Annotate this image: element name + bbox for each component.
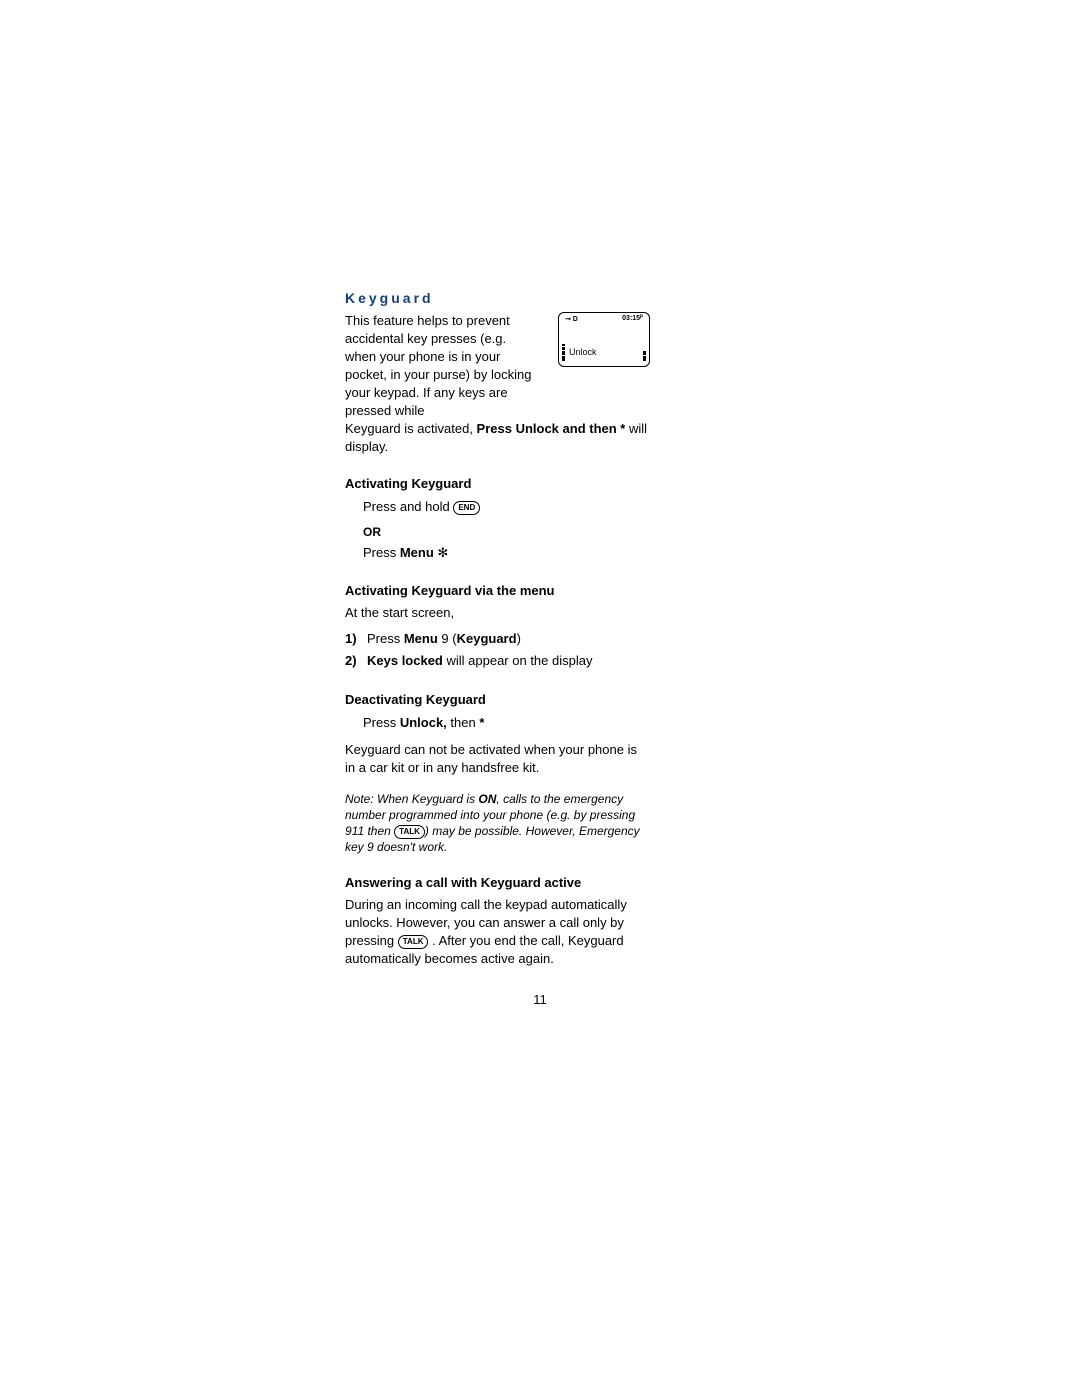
intro-block: This feature helps to prevent accidental… — [345, 312, 650, 456]
content-column: Keyguard This feature helps to prevent a… — [345, 290, 650, 968]
intro-paragraph-2: Keyguard is activated, Press Unlock and … — [345, 420, 650, 456]
screen-right-bars — [643, 350, 646, 361]
activating-line2: Press Menu ✻ — [363, 543, 650, 563]
step-1: 1) Press Menu 9 (Keyguard) — [345, 628, 650, 650]
s1b: Menu — [404, 631, 438, 646]
answering-heading: Answering a call with Keyguard active — [345, 875, 650, 890]
step1-num: 1) — [345, 628, 367, 650]
deact-a: Press — [363, 715, 400, 730]
answering-body: During an incoming call the keypad autom… — [345, 896, 650, 968]
end-key-icon: END — [453, 501, 480, 515]
act-line2b: Menu — [400, 545, 434, 560]
act-line2c: ✻ — [434, 545, 449, 560]
screen-signal-icon: ⊸ D — [565, 315, 578, 323]
deactivating-heading: Deactivating Keyguard — [345, 692, 650, 707]
phone-screen-illustration: ⊸ D 03:15ᴾ Unlock — [558, 312, 650, 367]
screen-softkey-label: Unlock — [559, 347, 649, 360]
deactivating-body: Keyguard can not be activated when your … — [345, 741, 650, 777]
page-number: 11 — [0, 992, 1080, 1007]
screen-body — [559, 323, 649, 347]
step-2: 2) Keys locked will appear on the displa… — [345, 650, 650, 672]
s2b: will appear on the display — [443, 653, 593, 668]
deactivating-line: Press Unlock, then * — [363, 713, 650, 733]
talk-key-icon-note: TALK — [394, 825, 425, 839]
section-title: Keyguard — [345, 290, 650, 306]
deact-b: Unlock, — [400, 715, 447, 730]
actmenu-intro: At the start screen, — [345, 604, 650, 622]
activating-menu-heading: Activating Keyguard via the menu — [345, 583, 650, 598]
step1-text: Press Menu 9 (Keyguard) — [367, 628, 521, 650]
intro-p2b: Press Unlock and then * — [477, 421, 626, 436]
activating-line1: Press and hold END — [363, 497, 650, 517]
deact-d: * — [479, 715, 484, 730]
s1a: Press — [367, 631, 404, 646]
activating-heading: Activating Keyguard — [345, 476, 650, 491]
activating-steps: 1) Press Menu 9 (Keyguard) 2) Keys locke… — [345, 628, 650, 672]
s1c: 9 ( — [438, 631, 457, 646]
step2-text: Keys locked will appear on the display — [367, 650, 592, 672]
talk-key-icon-answer: TALK — [398, 935, 429, 949]
deact-c: then — [447, 715, 480, 730]
s1e: ) — [517, 631, 521, 646]
note-block: Note: When Keyguard is ON, calls to the … — [345, 791, 650, 855]
step2-num: 2) — [345, 650, 367, 672]
screen-left-bars — [562, 343, 565, 361]
act-line1a: Press and hold — [363, 499, 453, 514]
or-label: OR — [363, 525, 650, 539]
note-a: Note: When Keyguard is — [345, 792, 478, 806]
note-b: ON — [478, 792, 496, 806]
screen-time: 03:15ᴾ — [622, 315, 643, 323]
intro-paragraph-1: This feature helps to prevent accidental… — [345, 312, 540, 420]
document-page: Keyguard This feature helps to prevent a… — [0, 0, 1080, 1397]
s2a: Keys locked — [367, 653, 443, 668]
screen-status-row: ⊸ D 03:15ᴾ — [559, 313, 649, 323]
act-line2a: Press — [363, 545, 400, 560]
s1d: Keyguard — [457, 631, 517, 646]
intro-p2a: Keyguard is activated, — [345, 421, 477, 436]
